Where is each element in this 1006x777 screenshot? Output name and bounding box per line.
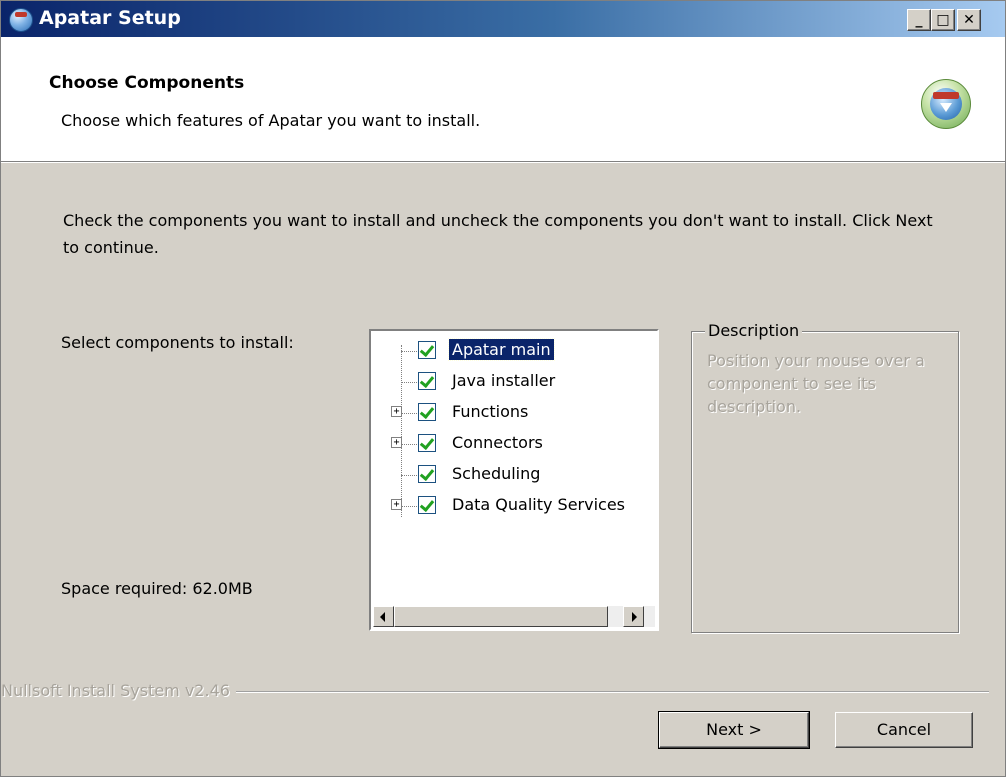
minimize-button[interactable]: _ xyxy=(907,9,931,31)
arrow-left-icon xyxy=(380,612,385,622)
tree-label-java-installer[interactable]: Java installer xyxy=(449,370,558,391)
components-tree[interactable]: Apatar main Java installer + Functions +… xyxy=(369,329,659,631)
tree-item-functions[interactable]: + Functions xyxy=(371,400,657,428)
checkbox-apatar-main[interactable] xyxy=(418,341,436,359)
checkbox-scheduling[interactable] xyxy=(418,465,436,483)
tree-branch-line xyxy=(402,413,417,414)
maximize-button[interactable]: □ xyxy=(931,9,955,31)
tree-branch-line xyxy=(401,351,417,352)
installer-window: Apatar Setup _ □ ✕ Choose Components Cho… xyxy=(0,0,1006,777)
tree-item-connectors[interactable]: + Connectors xyxy=(371,431,657,459)
download-arrow-icon xyxy=(940,103,952,112)
expand-functions-icon[interactable]: + xyxy=(391,406,402,417)
tree-branch-line xyxy=(402,444,417,445)
tree-branch-line xyxy=(402,506,417,507)
scroll-left-button[interactable] xyxy=(373,606,394,627)
tree-label-apatar-main[interactable]: Apatar main xyxy=(448,338,555,361)
logo-badge xyxy=(933,92,959,99)
tree-label-functions[interactable]: Functions xyxy=(449,401,531,422)
apatar-app-icon xyxy=(9,8,33,32)
scrollbar-thumb[interactable] xyxy=(394,606,608,627)
tree-label-connectors[interactable]: Connectors xyxy=(449,432,546,453)
space-required-label: Space required: 62.0MB xyxy=(61,579,253,598)
tree-label-scheduling[interactable]: Scheduling xyxy=(449,463,543,484)
tree-branch-line xyxy=(401,382,417,383)
horizontal-scrollbar[interactable] xyxy=(373,606,655,627)
installer-logo-icon xyxy=(921,79,971,129)
description-text: Position your mouse over a component to … xyxy=(707,351,925,416)
checkbox-functions[interactable] xyxy=(418,403,436,421)
page-header: Choose Components Choose which features … xyxy=(1,37,1005,163)
checkbox-connectors[interactable] xyxy=(418,434,436,452)
title-bar[interactable]: Apatar Setup _ □ ✕ xyxy=(1,1,1005,37)
instructions-text: Check the components you want to install… xyxy=(63,211,933,257)
tree-item-apatar-main[interactable]: Apatar main xyxy=(371,338,657,366)
description-legend: Description xyxy=(705,321,803,340)
page-title: Choose Components xyxy=(49,73,245,93)
close-button[interactable]: ✕ xyxy=(957,9,981,31)
expand-connectors-icon[interactable]: + xyxy=(391,437,402,448)
select-components-label: Select components to install: xyxy=(61,333,294,352)
tree-branch-line xyxy=(401,475,417,476)
nsis-branding: Nullsoft Install System v2.46 xyxy=(1,681,236,700)
checkbox-data-quality-services[interactable] xyxy=(418,496,436,514)
tree-item-data-quality-services[interactable]: + Data Quality Services xyxy=(371,493,657,521)
tree-label-data-quality-services[interactable]: Data Quality Services xyxy=(449,494,628,515)
expand-data-quality-services-icon[interactable]: + xyxy=(391,499,402,510)
tree-item-java-installer[interactable]: Java installer xyxy=(371,369,657,397)
window-title: Apatar Setup xyxy=(39,7,181,29)
next-button[interactable]: Next > xyxy=(658,711,810,749)
page-subtitle: Choose which features of Apatar you want… xyxy=(61,111,481,130)
arrow-right-icon xyxy=(632,612,637,622)
cancel-button[interactable]: Cancel xyxy=(835,712,973,748)
checkbox-java-installer[interactable] xyxy=(418,372,436,390)
tree-item-scheduling[interactable]: Scheduling xyxy=(371,462,657,490)
scroll-right-button[interactable] xyxy=(623,606,644,627)
